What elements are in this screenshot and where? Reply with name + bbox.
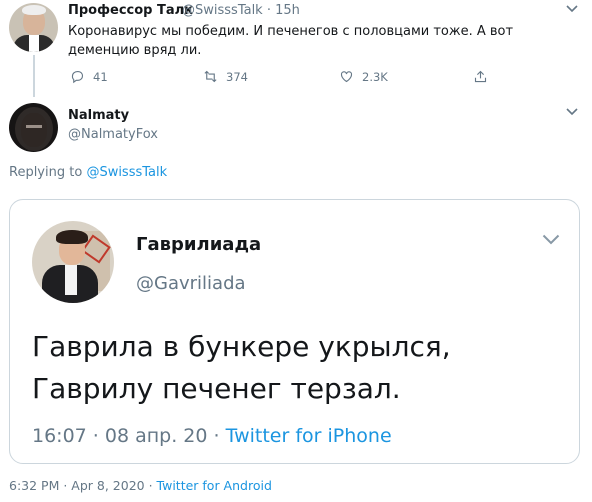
avatar-professor-talk[interactable] — [9, 3, 58, 52]
thread-connector-line — [33, 55, 35, 97]
like-count: 2.3K — [362, 69, 388, 84]
chevron-down-icon[interactable] — [566, 105, 578, 119]
timestamp-link[interactable]: 6:32 PM · Apr 8, 2020 — [9, 478, 145, 493]
reply-icon — [71, 70, 84, 84]
share-icon — [474, 70, 487, 83]
chevron-down-icon — [542, 234, 560, 248]
reply-author-handle[interactable]: @NalmatyFox — [68, 127, 158, 142]
source-link[interactable]: Twitter for Android — [157, 478, 272, 493]
reply-author-name[interactable]: Nalmaty — [68, 108, 129, 123]
author-name[interactable]: Профессор Талк — [68, 3, 193, 18]
author-handle-and-time[interactable]: @SwisssTalk · 15h — [182, 3, 300, 18]
retweet-count: 374 — [226, 69, 248, 84]
avatar-nalmaty[interactable] — [9, 103, 58, 152]
share-button[interactable] — [473, 69, 488, 84]
attached-image[interactable]: Гаврилиада @Gavriliada Гаврила в бункере… — [9, 199, 580, 464]
reply-timestamp: 6:32 PM · Apr 8, 2020 · Twitter for Andr… — [9, 478, 272, 493]
avatar-gavriliada — [32, 221, 114, 303]
embedded-author-name: Гаврилиада — [136, 234, 262, 255]
reply-count: 41 — [93, 69, 108, 84]
like-button[interactable]: 2.3K — [339, 69, 388, 84]
replying-to-link[interactable]: @SwisssTalk — [86, 165, 167, 180]
like-icon — [340, 71, 353, 83]
retweet-button[interactable]: 374 — [203, 69, 248, 84]
reply-button[interactable]: 41 — [70, 69, 108, 84]
replying-to: Replying to @SwisssTalk — [9, 165, 168, 180]
chevron-down-icon[interactable] — [566, 2, 578, 16]
embedded-tweet-meta: 16:07 · 08 апр. 20 · Twitter for iPhone — [32, 425, 392, 447]
retweet-icon — [204, 70, 217, 83]
embedded-author-handle: @Gavriliada — [136, 273, 246, 294]
tweet-text: Коронавирус мы победим. И печенегов с по… — [68, 24, 514, 58]
embedded-tweet-text: Гаврила в бункере укрылся, Гаврилу печен… — [32, 330, 451, 405]
